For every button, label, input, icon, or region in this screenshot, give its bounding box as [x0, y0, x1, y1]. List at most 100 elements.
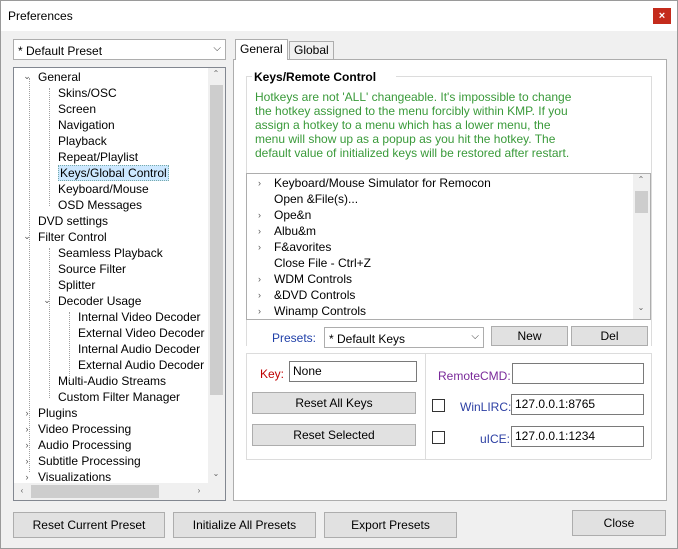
tree-item[interactable]: Splitter [58, 277, 95, 293]
tree-item[interactable]: Source Filter [58, 261, 126, 277]
tree-vertical-scrollbar[interactable]: ⌃ ⌄ [208, 68, 225, 483]
tree-item[interactable]: OSD Messages [58, 197, 142, 213]
tree-item[interactable]: Multi-Audio Streams [58, 373, 166, 389]
tree-item[interactable]: Playback [58, 133, 107, 149]
key-input[interactable]: None [289, 361, 417, 382]
tree-item-label: Video Processing [38, 422, 132, 436]
key-list-item[interactable]: › WDM Controls [247, 271, 632, 287]
tree-item[interactable]: Keys/Global Control [58, 165, 169, 181]
tree-item[interactable]: Filter Control [38, 229, 107, 245]
key-list-item-label: WDM Controls [274, 272, 353, 286]
key-list-item[interactable]: › Keyboard/Mouse Simulator for Remocon [247, 175, 632, 191]
tree-item-label: Navigation [58, 118, 115, 132]
list-vertical-scrollbar[interactable]: ⌃ ⌄ [633, 174, 650, 319]
close-window-icon[interactable]: × [653, 8, 671, 24]
lower-group-right [651, 353, 652, 459]
tree-item[interactable]: Skins/OSC [58, 85, 117, 101]
expand-closed-icon[interactable]: › [22, 421, 32, 437]
tree-item[interactable]: Video Processing [38, 421, 131, 437]
tree-item[interactable]: Repeat/Playlist [58, 149, 138, 165]
tree-item[interactable]: External Audio Decoder [78, 357, 204, 373]
tree-item[interactable]: General [38, 69, 81, 85]
key-presets-select[interactable]: * Default Keys ⌵ [324, 327, 484, 348]
expand-closed-icon[interactable]: › [258, 207, 261, 223]
key-list-item[interactable]: › F&avorites [247, 239, 632, 255]
expand-open-icon[interactable]: ⌄ [22, 68, 32, 84]
tree-item[interactable]: Seamless Playback [58, 245, 163, 261]
tree-item-label: Subtitle Processing [38, 454, 141, 468]
tree-item[interactable]: Screen [58, 101, 96, 117]
scroll-down-icon[interactable]: ⌄ [208, 469, 224, 478]
key-list-item-label: &DVD Controls [274, 288, 356, 302]
list-scroll-thumb[interactable] [635, 191, 648, 213]
lower-group-bottom [246, 459, 651, 460]
key-list-item[interactable]: Open &File(s)... [247, 191, 632, 207]
reset-all-keys-button[interactable]: Reset All Keys [252, 392, 416, 414]
new-preset-button[interactable]: New [491, 326, 568, 346]
close-button[interactable]: Close [572, 510, 666, 536]
tree-item-label: Internal Video Decoder [78, 310, 201, 324]
tree-item[interactable]: DVD settings [38, 213, 108, 229]
tree-item[interactable]: External Video Decoder [78, 325, 205, 341]
expand-closed-icon[interactable]: › [22, 453, 32, 469]
key-list-item-label: Open &File(s)... [274, 192, 359, 206]
tree-hscroll-thumb[interactable] [31, 485, 159, 498]
lower-group-divider [425, 353, 426, 459]
delete-preset-button[interactable]: Del [571, 326, 648, 346]
expand-closed-icon[interactable]: › [22, 469, 32, 485]
key-list-item[interactable]: Close File - Ctrl+Z [247, 255, 632, 271]
scroll-left-icon[interactable]: ‹ [14, 486, 30, 495]
tree-item[interactable]: Plugins [38, 405, 77, 421]
expand-open-icon[interactable]: ⌄ [42, 292, 52, 308]
tree-scroll-thumb[interactable] [210, 85, 223, 395]
list-scroll-down-icon[interactable]: ⌄ [633, 303, 649, 312]
remotecmd-input[interactable] [512, 363, 644, 384]
expand-closed-icon[interactable]: › [258, 303, 261, 319]
tree-connector-line [29, 78, 30, 472]
expand-closed-icon[interactable]: › [258, 175, 261, 191]
reset-selected-button[interactable]: Reset Selected [252, 424, 416, 446]
tree-item[interactable]: Visualizations [38, 469, 111, 485]
tree-item[interactable]: Decoder Usage [58, 293, 141, 309]
tree-item[interactable]: Custom Filter Manager [58, 389, 180, 405]
key-list-item[interactable]: › &DVD Controls [247, 287, 632, 303]
expand-closed-icon[interactable]: › [258, 239, 261, 255]
scroll-right-icon[interactable]: › [191, 486, 207, 495]
winlirc-checkbox[interactable] [432, 399, 445, 412]
key-list-item-label: Winamp Controls [274, 304, 367, 318]
preferences-window: Preferences × * Default Preset ⌵ ⌃ ⌄ ‹ ›… [0, 0, 678, 549]
key-list-item[interactable]: › Albu&m [247, 223, 632, 239]
tree-item[interactable]: Internal Audio Decoder [78, 341, 200, 357]
key-list-item[interactable]: › Ope&n [247, 207, 632, 223]
uice-checkbox[interactable] [432, 431, 445, 444]
expand-open-icon[interactable]: ⌄ [22, 228, 32, 244]
tree-item-label: Skins/OSC [58, 86, 117, 100]
initialize-all-presets-button[interactable]: Initialize All Presets [173, 512, 316, 538]
tree-item[interactable]: Navigation [58, 117, 115, 133]
expand-closed-icon[interactable]: › [258, 271, 261, 287]
scroll-up-icon[interactable]: ⌃ [208, 69, 224, 78]
export-presets-button[interactable]: Export Presets [324, 512, 457, 538]
tree-item-label: Plugins [38, 406, 78, 420]
tree-item-label: Repeat/Playlist [58, 150, 139, 164]
tree-item[interactable]: Internal Video Decoder [78, 309, 201, 325]
uice-label: uICE: [480, 432, 511, 446]
winlirc-input[interactable]: 127.0.0.1:8765 [511, 394, 644, 415]
reset-current-preset-button[interactable]: Reset Current Preset [13, 512, 165, 538]
expand-closed-icon[interactable]: › [258, 287, 261, 303]
tree-item-label: Multi-Audio Streams [58, 374, 167, 388]
key-list-item[interactable]: › Winamp Controls [247, 303, 632, 319]
tree-item[interactable]: Keyboard/Mouse [58, 181, 149, 197]
hotkey-note-line-2: the hotkey assigned to the menu forcibly… [255, 104, 568, 118]
expand-closed-icon[interactable]: › [22, 437, 32, 453]
expand-closed-icon[interactable]: › [22, 405, 32, 421]
tab-global[interactable]: Global [289, 41, 334, 59]
list-scroll-up-icon[interactable]: ⌃ [633, 175, 649, 184]
tree-item[interactable]: Audio Processing [38, 437, 131, 453]
preset-select[interactable]: * Default Preset ⌵ [13, 39, 226, 60]
tree-horizontal-scrollbar[interactable]: ‹ › [14, 483, 208, 500]
uice-input[interactable]: 127.0.0.1:1234 [511, 426, 644, 447]
expand-closed-icon[interactable]: › [258, 223, 261, 239]
tab-general[interactable]: General [235, 39, 288, 60]
tree-item[interactable]: Subtitle Processing [38, 453, 141, 469]
